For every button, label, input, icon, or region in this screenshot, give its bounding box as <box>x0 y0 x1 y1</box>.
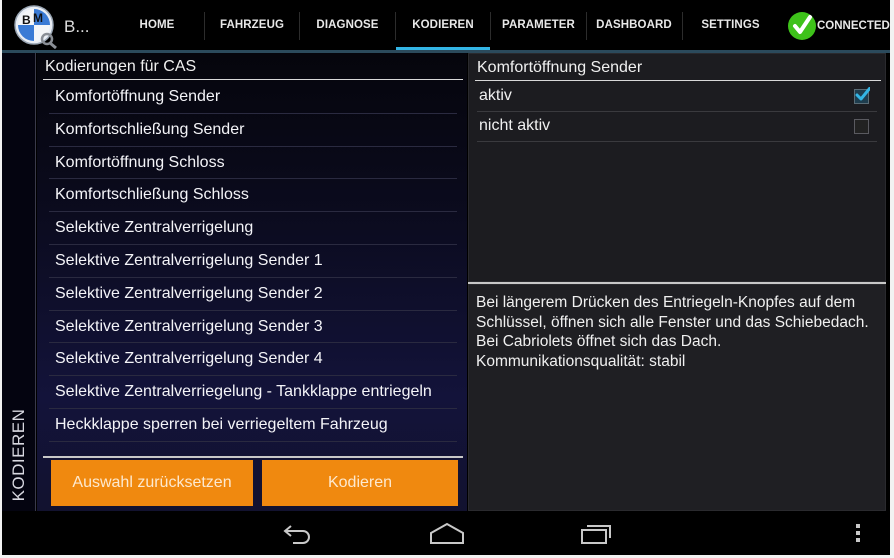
tab-diagnose[interactable]: DIAGNOSE <box>300 0 395 50</box>
coding-list-item[interactable]: Selektive Zentralverriegelung - Tankklap… <box>49 376 457 409</box>
coding-list[interactable]: Komfortöffnung Sender Komfortschließung … <box>49 81 457 442</box>
checkbox-checked[interactable] <box>854 87 870 104</box>
recent-apps-icon[interactable] <box>576 519 616 547</box>
tab-kodieren[interactable]: KODIEREN <box>396 0 490 53</box>
tab-dashboard[interactable]: DASHBOARD <box>587 0 681 50</box>
svg-text:B: B <box>22 13 31 27</box>
coding-list-item[interactable]: Komfortschließung Schloss <box>49 179 457 213</box>
back-icon[interactable] <box>278 519 318 547</box>
option-box: Komfortöffnung Sender aktiv nicht aktiv <box>468 53 886 282</box>
coding-list-item[interactable]: Selektive Zentralverrigelung Sender 4 <box>49 343 457 377</box>
app-logo-icon[interactable]: B M <box>14 5 58 50</box>
coding-list-item[interactable]: Selektive Zentralverrigelung Sender 1 <box>49 245 457 278</box>
reset-selection-button[interactable]: Auswahl zurücksetzen <box>51 460 253 506</box>
description-text: Bei längerem Drücken des Entriegeln-Knop… <box>476 294 869 370</box>
tab-home[interactable]: HOME <box>110 0 204 50</box>
coding-list-item[interactable]: Selektive Zentralverrigelung <box>49 212 457 245</box>
coding-list-header: Kodierungen für CAS <box>43 58 463 80</box>
option-panel: Komfortöffnung Sender aktiv nicht aktiv … <box>468 53 886 511</box>
description-box: Bei längerem Drücken des Entriegeln-Knop… <box>468 284 886 511</box>
option-label: aktiv <box>479 87 512 104</box>
connection-label: CONNECTED <box>817 20 890 32</box>
coding-list-item[interactable]: Heckklappe sperren bei verriegeltem Fahr… <box>49 409 457 442</box>
checkbox-unchecked[interactable] <box>854 119 869 134</box>
system-nav-bar <box>2 511 890 555</box>
option-header: Komfortöffnung Sender <box>475 59 881 81</box>
app-screen: B M B... HOME FAHRZEUG DIAGNOSE KODIEREN… <box>2 0 890 555</box>
action-bar: B M B... HOME FAHRZEUG DIAGNOSE KODIEREN… <box>2 0 890 53</box>
option-label: nicht aktiv <box>479 117 551 134</box>
coding-list-panel: Kodierungen für CAS Komfortöffnung Sende… <box>37 53 467 511</box>
coding-list-item[interactable]: Selektive Zentralverrigelung Sender 2 <box>49 278 457 311</box>
connection-status[interactable]: CONNECTED <box>788 11 890 41</box>
overflow-menu-icon[interactable] <box>846 519 870 547</box>
section-sidebar: KODIEREN <box>2 53 36 511</box>
coding-list-item[interactable]: Komfortöffnung Sender <box>49 81 457 114</box>
app-title: B... <box>64 17 90 36</box>
option-row-aktiv[interactable]: aktiv <box>477 82 877 112</box>
tab-parameter[interactable]: PARAMETER <box>491 0 586 50</box>
tab-fahrzeug[interactable]: FAHRZEUG <box>205 0 299 50</box>
coding-list-item[interactable]: Komfortöffnung Schloss <box>49 147 457 180</box>
home-icon[interactable] <box>427 519 467 547</box>
coding-list-item[interactable]: Komfortschließung Sender <box>49 114 457 147</box>
tab-settings[interactable]: SETTINGS <box>683 0 778 50</box>
option-row-nicht-aktiv[interactable]: nicht aktiv <box>477 112 877 142</box>
green-check-icon <box>788 12 816 40</box>
code-button[interactable]: Kodieren <box>262 460 458 506</box>
section-label: KODIEREN <box>9 408 28 502</box>
svg-text:M: M <box>33 11 43 25</box>
coding-list-item[interactable]: Selektive Zentralverrigelung Sender 3 <box>49 311 457 344</box>
footer-divider <box>43 456 463 458</box>
